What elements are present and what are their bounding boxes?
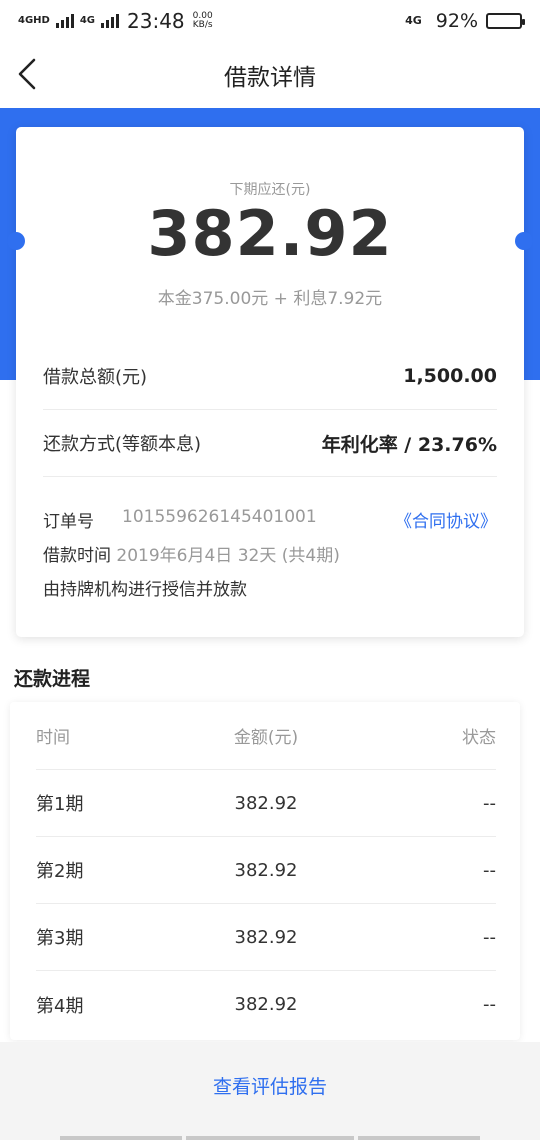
row-period: 第2期 <box>36 861 84 882</box>
network-speed-unit: KB/s <box>192 20 213 30</box>
bottom-indicator <box>0 1136 540 1140</box>
signal-label-1: 4GHD <box>18 15 50 26</box>
order-label: 订单号 <box>43 512 94 532</box>
loan-time-value: 2019年6月4日 32天 (共4期) <box>116 546 340 566</box>
view-report-button[interactable]: 查看评估报告 <box>213 1072 327 1140</box>
loan-total-row: 借款总额(元) 1,500.00 <box>43 343 497 410</box>
status-bar: 4GHD 4G 23:48 0.00 KB/s 4G 92% <box>0 0 540 42</box>
loan-time-row: 借款时间 2019年6月4日 32天 (共4期) <box>43 541 497 566</box>
next-payment-amount: 382.92 <box>147 197 393 270</box>
status-right: 4G 92% <box>405 10 525 32</box>
row-status: -- <box>483 926 496 948</box>
table-row: 第4期 382.92 -- <box>36 971 496 1038</box>
repay-method-label: 还款方式(等额本息) <box>43 434 202 455</box>
row-period: 第3期 <box>36 928 84 949</box>
row-period: 第1期 <box>36 794 84 815</box>
network-speed: 0.00 KB/s <box>193 12 213 30</box>
table-row: 第3期 382.92 -- <box>36 904 496 971</box>
loan-time-label: 借款时间 <box>43 546 111 566</box>
row-status: -- <box>483 994 496 1015</box>
header-amount: 金额(元) <box>233 728 299 748</box>
repay-method-row: 还款方式(等额本息) 年利化率 / 23.76% <box>43 410 497 477</box>
page-title: 借款详情 <box>224 65 316 91</box>
loan-detail-screen: 4GHD 4G 23:48 0.00 KB/s 4G 92% 借款详情 下期应还… <box>0 0 540 1140</box>
row-period: 第4期 <box>36 995 84 1017</box>
row-status: -- <box>483 792 496 814</box>
lender-note: 由持牌机构进行授信并放款 <box>43 580 247 600</box>
battery-percent: 92% <box>435 10 478 32</box>
order-row: 订单号 101559626145401001 《合同协议》 <box>43 507 497 532</box>
table-header: 时间 金额(元) 状态 <box>36 702 496 770</box>
loan-total-value: 1,500.00 <box>403 365 497 387</box>
payment-breakdown: 本金375.00元 + 利息7.92元 <box>157 289 383 309</box>
signal-bars-2-icon <box>101 14 120 28</box>
nav-header: 借款详情 <box>0 42 540 108</box>
network-type: 4G <box>405 14 422 27</box>
row-amount: 382.92 <box>234 994 298 1015</box>
row-amount: 382.92 <box>234 926 298 948</box>
table-row: 第1期 382.92 -- <box>36 770 496 837</box>
back-arrow-icon[interactable] <box>14 56 46 92</box>
signal-bars-1-icon <box>55 14 74 28</box>
row-amount: 382.92 <box>234 792 298 814</box>
loan-total-label: 借款总额(元) <box>43 367 148 388</box>
annual-rate-value: 年利化率 / 23.76% <box>321 433 497 456</box>
header-status: 状态 <box>462 728 496 748</box>
battery-icon <box>486 13 525 29</box>
clock: 23:48 <box>127 9 185 33</box>
table-row: 第2期 382.92 -- <box>36 837 496 904</box>
footer-bar: 查看评估报告 <box>0 1042 540 1140</box>
signal-label-2: 4G <box>79 15 96 26</box>
loan-summary-card: 下期应还(元) 382.92 本金375.00元 + 利息7.92元 借款总额(… <box>7 127 533 637</box>
progress-title: 还款进程 <box>14 668 91 690</box>
header-time: 时间 <box>36 728 70 748</box>
repayment-table: 时间 金额(元) 状态 第1期 382.92 -- 第2期 382.92 -- … <box>10 702 520 1040</box>
row-amount: 382.92 <box>234 859 298 881</box>
order-number: 101559626145401001 <box>122 507 317 527</box>
contract-link[interactable]: 《合同协议》 <box>395 507 497 532</box>
row-status: -- <box>483 859 496 881</box>
next-payment-label: 下期应还(元) <box>229 182 311 198</box>
